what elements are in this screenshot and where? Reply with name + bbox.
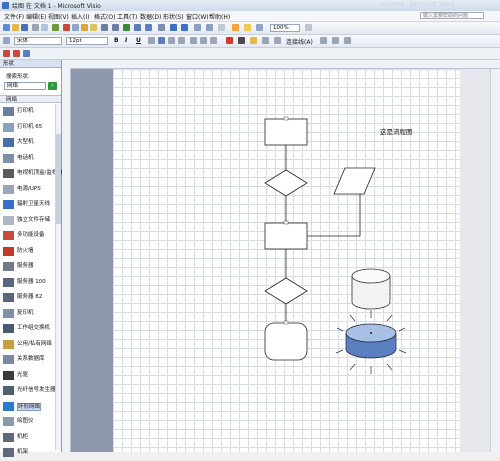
flowchart-svg [264,116,407,374]
flowchart-decision-2[interactable] [264,277,308,305]
flowchart-process-2[interactable] [264,222,308,250]
flowchart-decision-1[interactable] [264,169,308,197]
disk-shape[interactable] [335,310,407,374]
flowchart-data-1[interactable] [333,167,376,195]
flowchart-process-1[interactable] [264,118,308,146]
connector-3[interactable] [307,194,361,237]
flowchart-terminator[interactable] [264,322,308,361]
database-shape[interactable] [351,268,391,310]
